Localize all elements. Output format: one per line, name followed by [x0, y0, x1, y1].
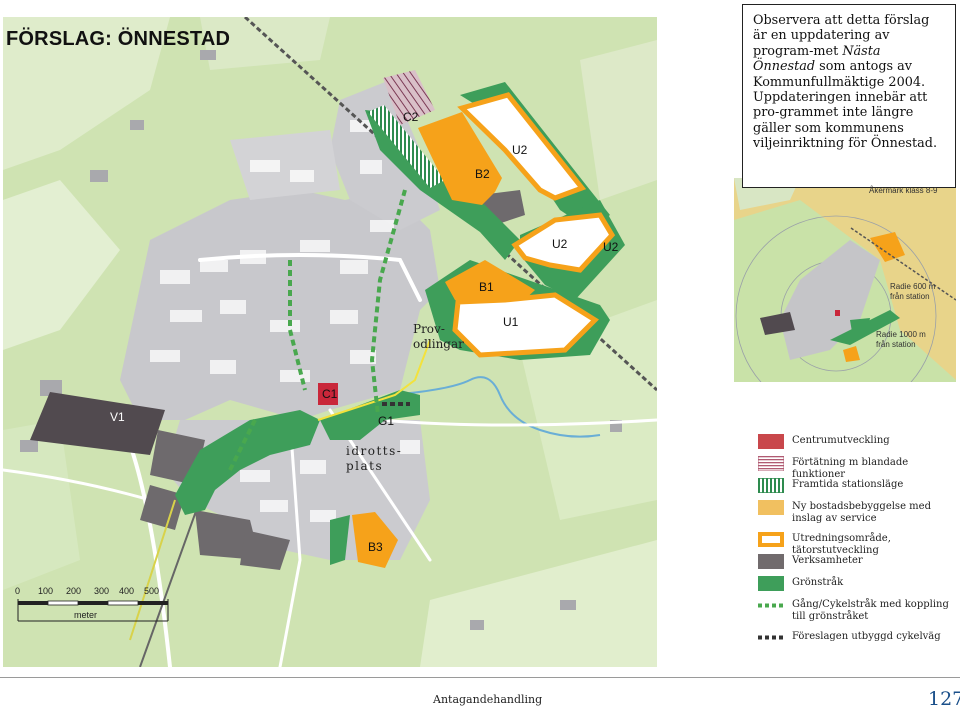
scale-tick-0: 0	[15, 586, 21, 596]
legend-swatch-centrum	[758, 434, 784, 449]
place-label-idrott-line2: plats	[346, 459, 384, 473]
legend-label: Förtätning m blandade funktioner	[792, 457, 909, 480]
legend-swatch-gronstrak	[758, 576, 784, 591]
zone-label-v1: V1	[110, 410, 125, 424]
legend-label: Centrumutveckling	[792, 435, 890, 446]
place-label-prov-line2: odlingar	[413, 337, 464, 351]
scale-unit: meter	[74, 610, 98, 620]
inset-radius-1000-line1: Radie 1000 m	[876, 330, 926, 339]
legend-label: Grönstråk	[792, 577, 844, 588]
place-label-idrottsplats: idrotts- plats	[346, 444, 402, 474]
zone-label-u2-mid-b: U2	[603, 240, 619, 254]
inset-radius-600: Radie 600 m från station	[890, 282, 935, 302]
legend-swatch-station	[758, 478, 784, 493]
place-label-prov-line1: Prov-	[413, 322, 445, 336]
inset-radius-600-line1: Radie 600 m	[890, 282, 936, 291]
legend-swatch-fortatning	[758, 456, 784, 471]
scale-tick-400: 400	[119, 586, 135, 596]
legend-swatch-bostad	[758, 500, 784, 515]
legend-label: Föreslagen utbyggd cykelväg	[792, 631, 941, 642]
place-label-provodlingar: Prov- odlingar	[413, 322, 464, 352]
legend-label: Verksamheter	[792, 555, 863, 566]
zone-label-u2-mid-a: U2	[552, 237, 568, 251]
map-title: FÖRSLAG: ÖNNESTAD	[6, 28, 231, 50]
scale-tick-300: 300	[94, 586, 110, 596]
legend-label: Ny bostadsbebyggelse med inslag av servi…	[792, 501, 931, 524]
legend-swatch-verksamheter	[758, 554, 784, 569]
zone-label-c1: C1	[322, 387, 338, 401]
page-number: 127	[928, 688, 960, 710]
footer-label: Antagandehandling	[433, 693, 543, 706]
legend-label: Utredningsområde, tätorstutveckling	[792, 533, 891, 556]
scale-tick-100: 100	[38, 586, 54, 596]
legend-swatch-gangcykel	[758, 603, 784, 608]
zone-label-b2: B2	[475, 167, 490, 181]
scale-tick-500: 500	[144, 586, 160, 596]
inset-radius-600-line2: från station	[890, 292, 930, 301]
zone-label-g1: G1	[378, 414, 395, 428]
footer-divider	[0, 677, 960, 678]
scale-tick-200: 200	[66, 586, 82, 596]
zone-label-b1: B1	[479, 280, 494, 294]
zone-label-u2-top: U2	[512, 143, 528, 157]
legend-label: Framtida stationsläge	[792, 479, 904, 490]
legend-swatch-cykelvag	[758, 635, 784, 640]
zone-label-c2: C2	[403, 110, 419, 124]
zone-label-b3: B3	[368, 540, 383, 554]
inset-radius-1000: Radie 1000 m från station	[876, 330, 926, 350]
zone-label-u1: U1	[503, 315, 519, 329]
inset-radius-1000-line2: från station	[876, 340, 916, 349]
place-label-idrott-line1: idrotts-	[346, 444, 403, 458]
inset-title: Åkermark klass 8-9	[869, 186, 938, 195]
notice-box: Observera att detta förslag är en uppdat…	[742, 4, 956, 188]
legend-swatch-utredning	[758, 532, 784, 547]
legend-label: Gång/Cykelstråk med koppling till grönst…	[792, 599, 949, 622]
